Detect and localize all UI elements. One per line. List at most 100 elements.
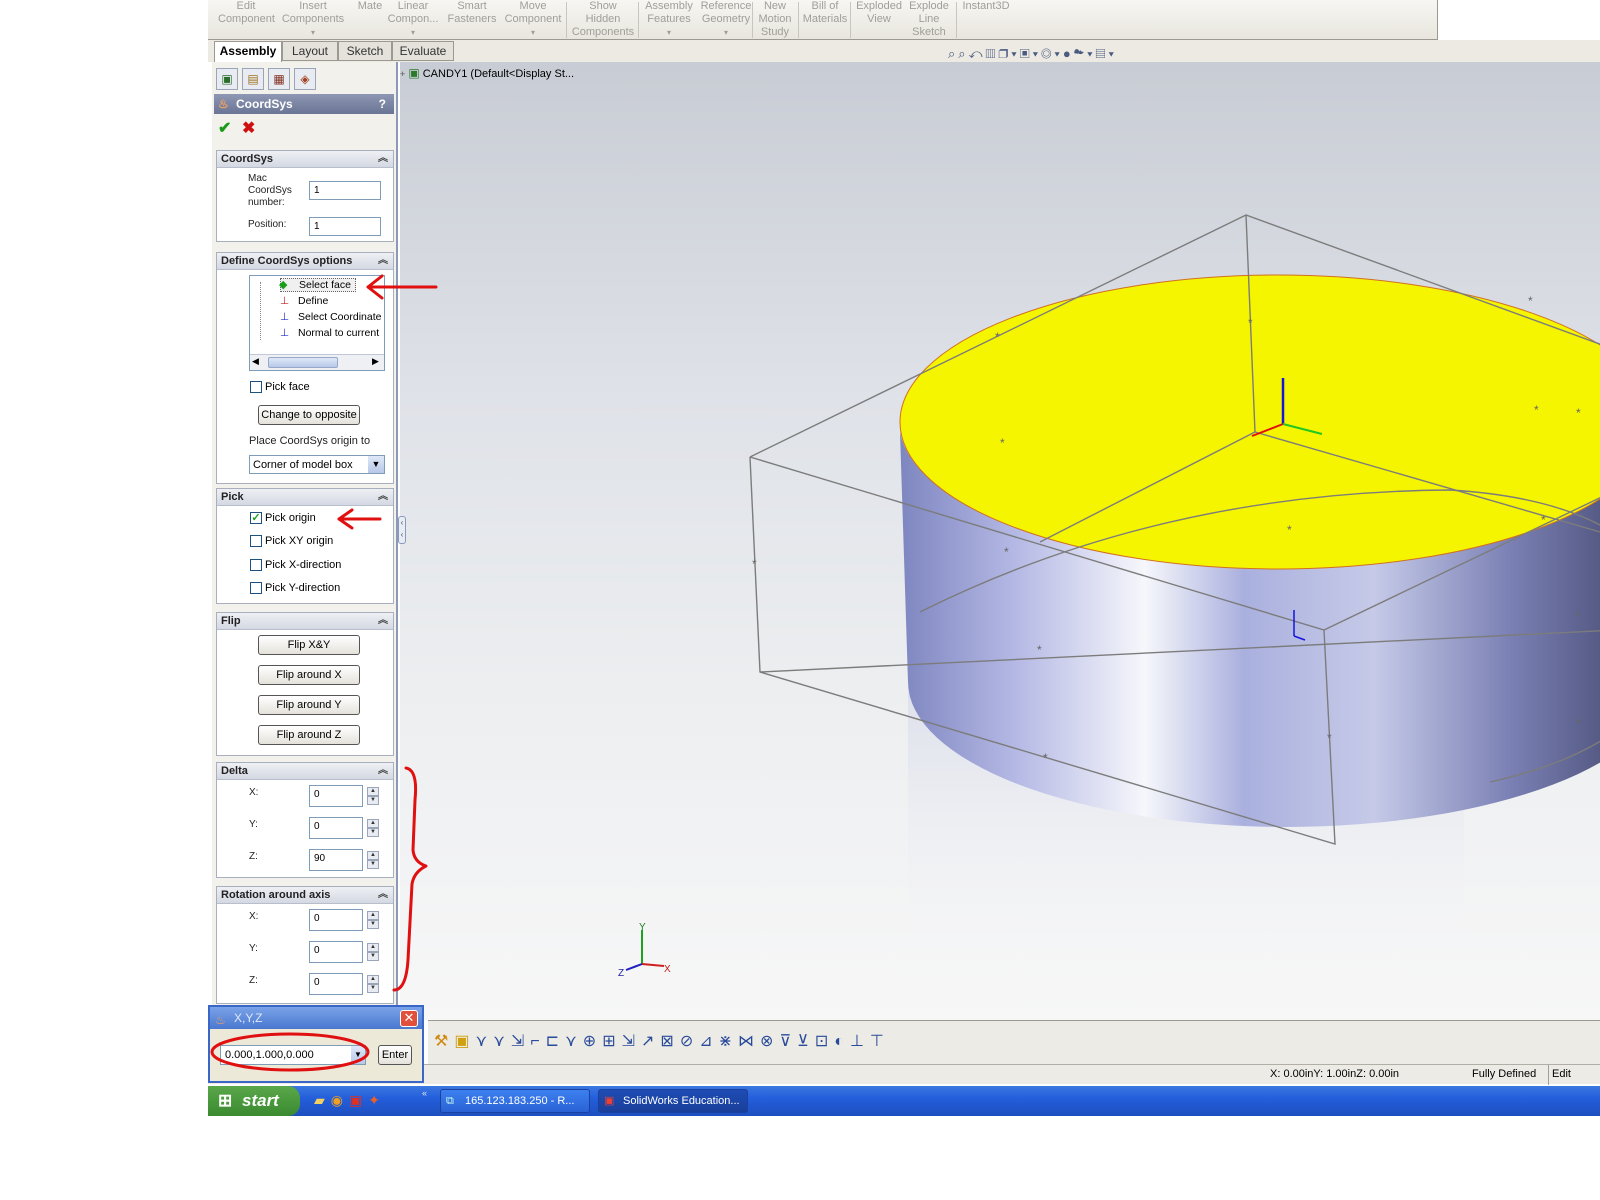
- pick-face-checkbox[interactable]: [250, 381, 262, 393]
- tool-icon[interactable]: ⋇: [719, 1033, 738, 1050]
- tool-icon[interactable]: ⋎: [493, 1033, 511, 1050]
- scroll-right-icon[interactable]: ▶: [372, 356, 379, 367]
- rotation-z-input[interactable]: 0: [309, 973, 363, 995]
- model-canvas[interactable]: * * * * * * * * * * * * * * *: [400, 62, 1600, 1020]
- apply-scene-icon[interactable]: ☁▾: [1074, 46, 1096, 61]
- rotation-x-spinner[interactable]: ▲ ▼: [367, 911, 379, 930]
- tool-icon[interactable]: ⋎: [565, 1033, 583, 1050]
- cancel-x-icon[interactable]: ✖: [242, 118, 255, 138]
- collapse-chevron-icon[interactable]: ︽: [378, 887, 388, 903]
- edit-component-button[interactable]: Edit Component: [218, 0, 275, 40]
- zoom-to-area-icon[interactable]: ⌕: [958, 46, 968, 61]
- tool-icon[interactable]: ⊞: [602, 1033, 621, 1050]
- coordsys-group-header[interactable]: CoordSys ︽: [217, 151, 393, 168]
- collapse-chevron-icon[interactable]: ︽: [378, 253, 388, 269]
- tool-icon[interactable]: ⊻: [797, 1033, 815, 1050]
- tool-icon[interactable]: ⊡: [815, 1033, 834, 1050]
- tool-icon[interactable]: ⊠: [660, 1033, 679, 1050]
- pick-group-header[interactable]: Pick ︽: [217, 489, 393, 506]
- change-to-opposite-button[interactable]: Change to opposite: [258, 405, 360, 425]
- flip-group-header[interactable]: Flip ︽: [217, 613, 393, 630]
- browser-icon[interactable]: ◉: [331, 1092, 349, 1108]
- dropdown-arrow-icon[interactable]: ▾: [278, 26, 348, 39]
- move-component-button[interactable]: Move Component ▾: [502, 0, 564, 40]
- feature-manager-tab-icon[interactable]: ▣: [216, 68, 238, 90]
- spin-up-icon[interactable]: ▲: [367, 819, 379, 828]
- macro-toolbar-icons[interactable]: ⚒▣⋎⋎⇲⌐⊏⋎⊕⊞⇲↗⊠⊘⊿⋇⋈⊗⊽⊻⊡◐⊥⊤: [434, 1031, 890, 1051]
- show-more-icon[interactable]: «: [422, 1088, 427, 1098]
- rotation-x-input[interactable]: 0: [309, 909, 363, 931]
- spin-down-icon[interactable]: ▼: [367, 828, 379, 837]
- chevron-down-icon[interactable]: ▼: [351, 1046, 365, 1064]
- explode-line-sketch-button[interactable]: Explode Line Sketch: [904, 0, 954, 40]
- taskbar-solidworks[interactable]: ▣ SolidWorks Education...: [598, 1089, 748, 1113]
- configuration-manager-tab-icon[interactable]: ▦: [268, 68, 290, 90]
- tool-icon[interactable]: ⋎: [475, 1033, 493, 1050]
- view-orientation-icon[interactable]: ❒▾: [998, 46, 1019, 61]
- delta-group-header[interactable]: Delta ︽: [217, 763, 393, 780]
- tool-icon[interactable]: ⌐: [530, 1033, 545, 1050]
- define-group-header[interactable]: Define CoordSys options ︽: [217, 253, 393, 270]
- tool-icon[interactable]: ⊤: [870, 1033, 890, 1050]
- spin-up-icon[interactable]: ▲: [367, 975, 379, 984]
- enter-button[interactable]: Enter: [378, 1045, 412, 1065]
- tab-evaluate[interactable]: Evaluate: [392, 41, 454, 61]
- tool-icon[interactable]: ⊗: [760, 1033, 779, 1050]
- help-button[interactable]: ?: [379, 94, 386, 114]
- dropdown-arrow-icon[interactable]: ▾: [640, 26, 698, 39]
- collapse-chevron-icon[interactable]: ︽: [378, 613, 388, 629]
- tab-layout[interactable]: Layout: [282, 41, 338, 61]
- show-hidden-components-button[interactable]: Show Hidden Components: [568, 0, 638, 40]
- tool-icon[interactable]: ⊕: [583, 1033, 602, 1050]
- tool-icon[interactable]: ⊘: [680, 1033, 699, 1050]
- rotation-group-header[interactable]: Rotation around axis ︽: [217, 887, 393, 904]
- position-input[interactable]: 1: [309, 217, 381, 236]
- spin-up-icon[interactable]: ▲: [367, 911, 379, 920]
- ok-check-icon[interactable]: ✔: [218, 118, 231, 138]
- dropdown-arrow-icon[interactable]: ▾: [502, 26, 564, 39]
- delta-x-spinner[interactable]: ▲ ▼: [367, 787, 379, 806]
- delta-y-input[interactable]: 0: [309, 817, 363, 839]
- horizontal-scrollbar[interactable]: ◀ ▶: [250, 354, 384, 370]
- tool-icon[interactable]: ⊥: [850, 1033, 870, 1050]
- assembly-features-button[interactable]: Assembly Features ▾: [640, 0, 698, 40]
- pick-y-direction-checkbox[interactable]: [250, 582, 262, 594]
- dropdown-arrow-icon[interactable]: ▾: [384, 26, 442, 39]
- hide-show-items-icon[interactable]: ◎▾: [1041, 46, 1063, 61]
- option-normal-to-current[interactable]: ⊥ Normal to current: [280, 326, 379, 340]
- pick-x-direction-checkbox[interactable]: [250, 559, 262, 571]
- tool-icon[interactable]: ⇲: [622, 1033, 641, 1050]
- spin-down-icon[interactable]: ▼: [367, 984, 379, 993]
- spin-down-icon[interactable]: ▼: [367, 952, 379, 961]
- graphics-area[interactable]: ⌕⌕↶▥❒▾▣▾◎▾●☁▾▤▾ + ▣ CANDY1 (Default<Disp…: [400, 46, 1600, 1020]
- tool-icon[interactable]: ⚒: [434, 1033, 454, 1050]
- dropdown-arrow-icon[interactable]: ▾: [696, 26, 756, 39]
- delta-y-spinner[interactable]: ▲ ▼: [367, 819, 379, 838]
- previous-view-icon[interactable]: ↶: [969, 46, 986, 61]
- rotation-z-spinner[interactable]: ▲ ▼: [367, 975, 379, 994]
- display-style-icon[interactable]: ▣▾: [1020, 46, 1041, 61]
- tool-icon[interactable]: ◐: [834, 1033, 850, 1050]
- addin-tab-icon[interactable]: ◈: [294, 68, 316, 90]
- option-define[interactable]: ⊥ Define: [280, 294, 328, 308]
- view-settings-icon[interactable]: ▤▾: [1096, 46, 1117, 61]
- edit-appearance-icon[interactable]: ●: [1063, 46, 1074, 61]
- new-motion-study-button[interactable]: New Motion Study: [754, 0, 796, 40]
- tool-icon[interactable]: ⇲: [511, 1033, 530, 1050]
- spin-up-icon[interactable]: ▲: [367, 851, 379, 860]
- chevron-down-icon[interactable]: ▼: [368, 456, 384, 473]
- spin-up-icon[interactable]: ▲: [367, 943, 379, 952]
- flip-around-y-button[interactable]: Flip around Y: [258, 695, 360, 715]
- panel-collapse-handle[interactable]: ‹ ‹: [398, 516, 406, 544]
- collapse-chevron-icon[interactable]: ︽: [378, 763, 388, 779]
- smart-fasteners-button[interactable]: Smart Fasteners: [444, 0, 500, 40]
- delta-z-spinner[interactable]: ▲ ▼: [367, 851, 379, 870]
- taskbar-remote-desktop[interactable]: ⧉ 165.123.183.250 - R...: [440, 1089, 590, 1113]
- tool-icon[interactable]: ↗: [641, 1033, 660, 1050]
- tool-icon[interactable]: ⊏: [546, 1033, 565, 1050]
- insert-components-button[interactable]: Insert Components ▾: [278, 0, 348, 40]
- rotation-y-spinner[interactable]: ▲ ▼: [367, 943, 379, 962]
- scrollbar-thumb[interactable]: [268, 357, 338, 368]
- app-icon[interactable]: ✦: [368, 1092, 386, 1108]
- rotation-y-input[interactable]: 0: [309, 941, 363, 963]
